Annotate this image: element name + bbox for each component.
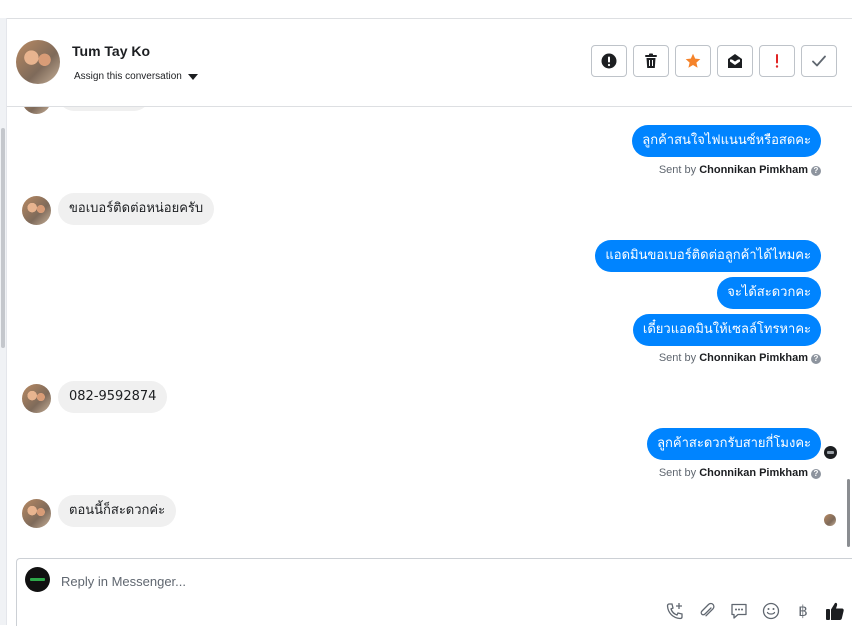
help-icon[interactable]: ? <box>811 469 821 479</box>
message-bubble-incoming[interactable]: ขอเบอร์ติดต่อหน่อยครับ <box>58 193 215 225</box>
saved-reply-icon <box>731 603 747 619</box>
sent-by-label: Sent by Chonnikan Pimkham? <box>659 467 821 479</box>
seen-indicator-icon <box>824 446 837 459</box>
assign-label: Assign this conversation <box>74 71 182 82</box>
read-receipt-avatar <box>824 514 836 526</box>
conversation-header: Tum Tay Ko Assign this conversation <box>7 19 852 107</box>
message-bubble-incoming-partial <box>58 107 150 111</box>
mark-done-button[interactable] <box>801 45 837 77</box>
contact-avatar-small <box>22 384 51 413</box>
message-thread: ลูกค้าสนใจไฟแนนซ์หรือสดคะ Sent by Chonni… <box>7 107 843 549</box>
delete-button[interactable] <box>633 45 669 77</box>
exclamation-icon <box>775 54 779 68</box>
payment-button[interactable]: ฿ <box>793 601 813 621</box>
thread-scrollbar[interactable] <box>846 107 852 549</box>
help-icon[interactable]: ? <box>811 166 821 176</box>
star-button[interactable] <box>675 45 711 77</box>
top-strip <box>0 0 852 19</box>
sent-by-label: Sent by Chonnikan Pimkham? <box>659 352 821 364</box>
page-logo-avatar <box>25 567 50 592</box>
message-bubble-incoming[interactable]: 082-9592874 <box>58 381 168 413</box>
phone-add-button[interactable] <box>665 601 685 621</box>
attachment-icon <box>700 602 715 617</box>
emoji-button[interactable] <box>761 601 781 621</box>
saved-reply-button[interactable] <box>729 601 749 621</box>
thumbs-up-icon <box>826 602 844 620</box>
header-actions <box>591 45 837 77</box>
sender-name: Chonnikan Pimkham <box>699 164 808 176</box>
mail-icon <box>728 54 742 68</box>
left-scrollbar-thumb[interactable] <box>1 128 5 348</box>
reply-input[interactable] <box>61 571 621 591</box>
message-bubble-outgoing[interactable]: ลูกค้าสนใจไฟแนนซ์หรือสดคะ <box>632 125 821 157</box>
message-bubble-outgoing[interactable]: ลูกค้าสะดวกรับสายกี่โมงคะ <box>647 428 821 460</box>
trash-icon <box>645 53 657 68</box>
contact-name[interactable]: Tum Tay Ko <box>72 43 150 59</box>
message-bubble-outgoing[interactable]: เดี๋ยวแอดมินให้เซลล์โทรหาคะ <box>632 314 821 346</box>
alert-circle-icon <box>601 53 617 69</box>
payment-baht-icon: ฿ <box>798 602 808 620</box>
contact-avatar-small <box>22 107 51 114</box>
follow-up-button[interactable] <box>759 45 795 77</box>
help-icon[interactable]: ? <box>811 354 821 364</box>
sent-by-label: Sent by Chonnikan Pimkham? <box>659 164 821 176</box>
sender-name: Chonnikan Pimkham <box>699 352 808 364</box>
sender-name: Chonnikan Pimkham <box>699 467 808 479</box>
message-composer: ฿ <box>16 558 852 626</box>
like-button[interactable] <box>825 601 845 621</box>
message-bubble-incoming[interactable]: ตอนนี้ก็สะดวกค่ะ <box>58 495 177 527</box>
thread-scrollbar-thumb[interactable] <box>847 479 850 547</box>
phone-add-icon <box>666 603 683 620</box>
check-icon <box>812 55 826 67</box>
message-bubble-outgoing[interactable]: จะได้สะดวกคะ <box>717 277 821 309</box>
emoji-icon <box>762 602 780 620</box>
contact-avatar[interactable] <box>16 40 60 84</box>
left-panel-scrollbar[interactable] <box>0 18 7 625</box>
composer-tools: ฿ <box>665 601 845 621</box>
attachment-button[interactable] <box>697 601 717 621</box>
message-bubble-outgoing[interactable]: แอดมินขอเบอร์ติดต่อลูกค้าได้ไหมคะ <box>595 240 821 272</box>
contact-avatar-small <box>22 499 51 528</box>
caret-down-icon <box>187 73 198 80</box>
mark-unread-button[interactable] <box>717 45 753 77</box>
star-icon <box>685 53 701 68</box>
assign-conversation-dropdown[interactable]: Assign this conversation <box>74 71 198 82</box>
contact-avatar-small <box>22 196 51 225</box>
spam-button[interactable] <box>591 45 627 77</box>
